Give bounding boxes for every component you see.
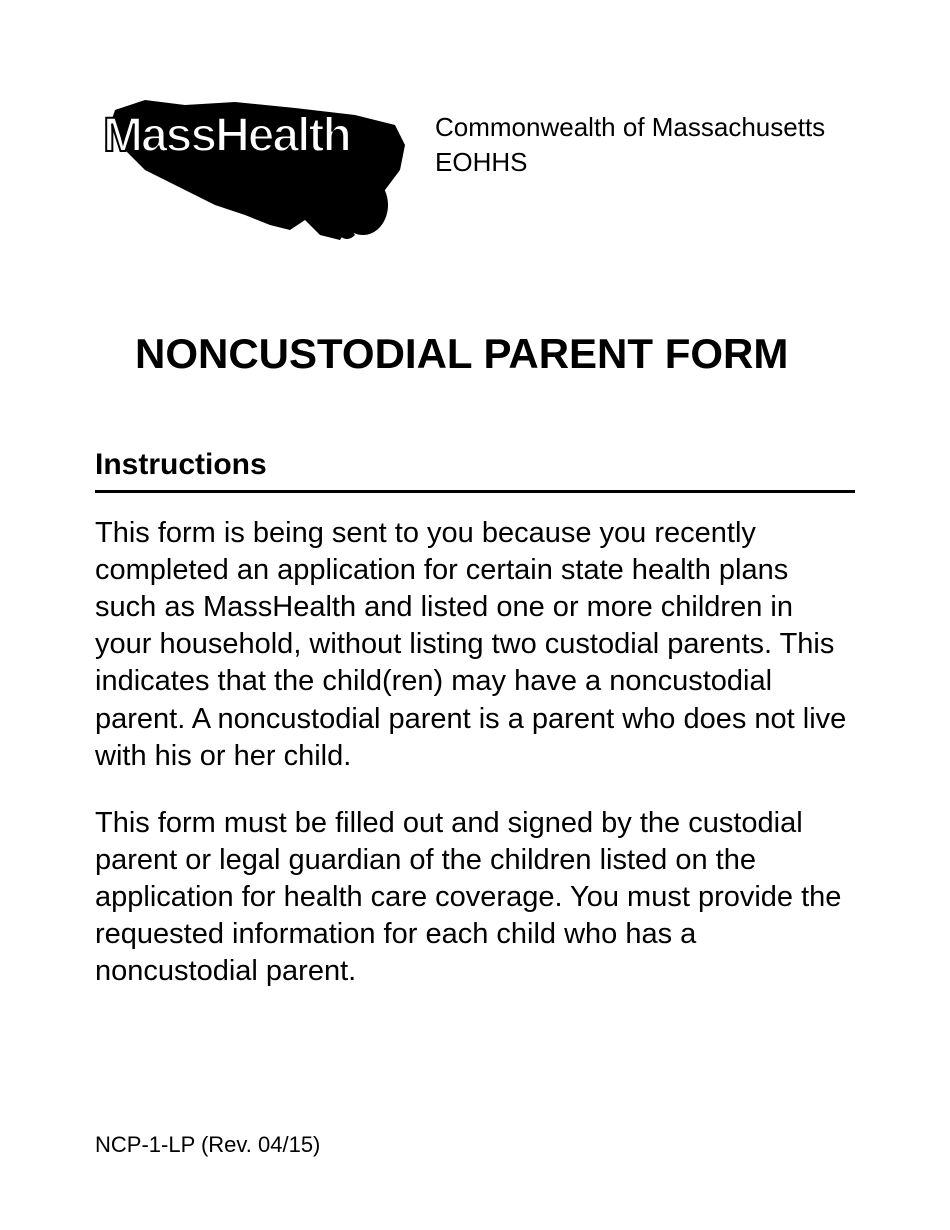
header-row: MassHealth Commonwealth of Massachusetts…: [95, 90, 855, 245]
form-code-footer: NCP-1-LP (Rev. 04/15): [95, 1132, 320, 1158]
instructions-heading: Instructions: [95, 448, 855, 493]
header-line1: Commonwealth of Massachusetts: [435, 110, 825, 145]
instructions-paragraph-2: This form must be filled out and signed …: [95, 805, 855, 991]
header-line2: EOHHS: [435, 145, 825, 180]
instructions-paragraph-1: This form is being sent to you because y…: [95, 515, 855, 775]
form-title: NONCUSTODIAL PARENT FORM: [135, 330, 855, 378]
header-org-text: Commonwealth of Massachusetts EOHHS: [435, 90, 825, 180]
masshealth-logo: MassHealth: [95, 90, 415, 245]
logo-text: MassHealth: [103, 108, 350, 163]
